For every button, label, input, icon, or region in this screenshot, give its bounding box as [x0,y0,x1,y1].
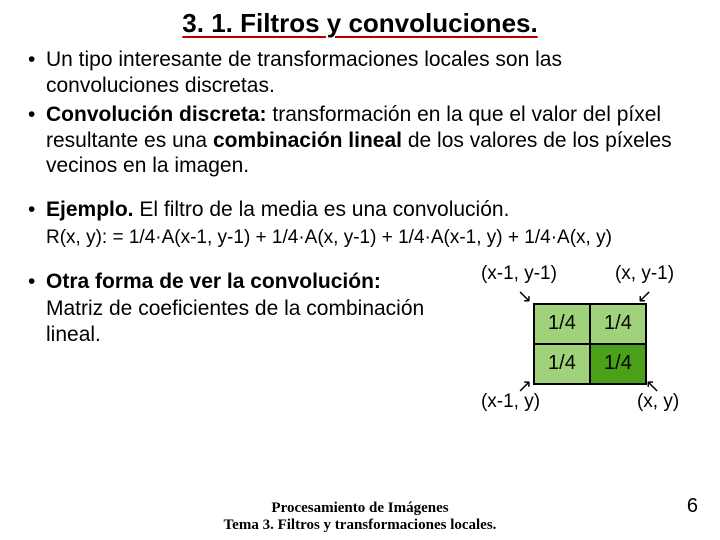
row-matrix: Otra forma de ver la convolución: Matriz… [22,269,698,352]
bullet-2-bold: Convolución discreta: [46,103,267,126]
slide-title: 3. 1. Filtros y convoluciones. [22,8,698,39]
cell-10: 1/4 [534,344,590,384]
bullet-3: Ejemplo. El filtro de la media es una co… [28,197,698,223]
coord-top-right: (x, y-1) [615,263,674,285]
coord-top-left: (x-1, y-1) [481,263,557,285]
formula: R(x, y): = 1/4·A(x-1, y-1) + 1/4·A(x, y-… [46,227,698,249]
spacer [22,183,698,197]
footer-line-2: Tema 3. Filtros y transformaciones local… [0,517,720,534]
bullet-3-bold: Ejemplo. [46,198,134,221]
page-number: 6 [687,495,698,518]
bullet-2: Convolución discreta: transformación en … [28,102,698,179]
bullet-2-bold2: combinación lineal [213,129,402,152]
coef-grid: 1/4 1/4 1/4 1/4 [533,303,647,385]
footer-line-1: Procesamiento de Imágenes [271,500,448,516]
cell-01: 1/4 [590,304,646,344]
bullet-4-bold: Otra forma de ver la convolución: [46,270,381,293]
left-text-block: Otra forma de ver la convolución: Matriz… [22,269,477,352]
cell-00: 1/4 [534,304,590,344]
bullet-1: Un tipo interesante de transformaciones … [28,47,698,98]
bullet-4-text: Matriz de coeficientes de la combinación… [46,294,467,347]
bullet-4: Otra forma de ver la convolución: Matriz… [28,269,467,348]
bullet-1-text: Un tipo interesante de transformaciones … [46,48,562,97]
slide: 3. 1. Filtros y convoluciones. Un tipo i… [0,0,720,540]
cell-11: 1/4 [590,344,646,384]
coord-bottom-left: (x-1, y) [481,391,540,413]
arrow-tl-icon: ↘ [517,287,532,305]
footer: Procesamiento de Imágenes Tema 3. Filtro… [0,500,720,534]
coord-bottom-right: (x, y) [637,391,679,413]
bullet-list-3: Otra forma de ver la convolución: Matriz… [22,269,467,348]
bullet-3-text: El filtro de la media es una convolución… [134,198,510,221]
bullet-list-2: Ejemplo. El filtro de la media es una co… [22,197,698,223]
bullet-list: Un tipo interesante de transformaciones … [22,47,698,179]
